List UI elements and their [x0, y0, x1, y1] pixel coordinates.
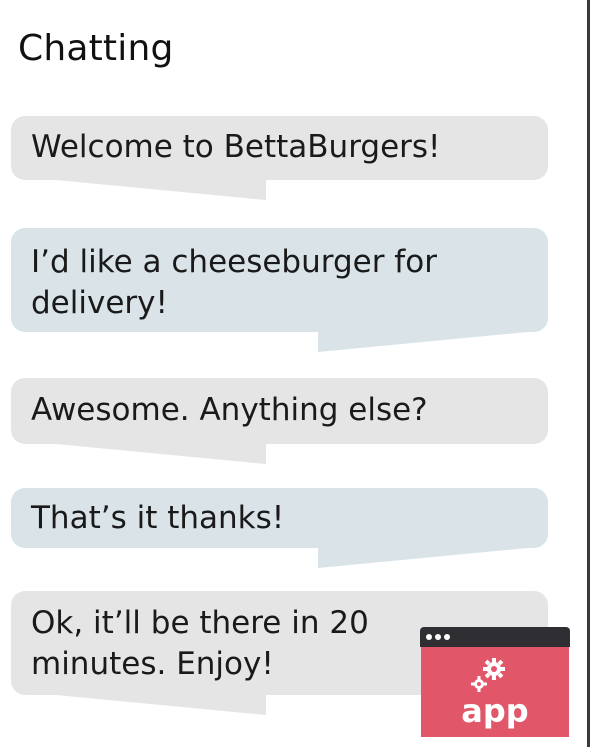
app-badge-label: app	[461, 692, 529, 730]
message-text: Awesome. Anything else?	[31, 392, 428, 428]
bubble-tail	[318, 548, 528, 568]
app-badge-body: app	[421, 647, 569, 737]
message-text: That’s it thanks!	[31, 500, 285, 536]
message-bubble-incoming: Awesome. Anything else?	[11, 378, 548, 464]
message-bubble-incoming: Welcome to BettaBurgers!	[11, 116, 548, 200]
app-badge: app	[420, 627, 570, 737]
window-edge	[587, 0, 590, 747]
bubble-tail	[56, 180, 266, 200]
chat-screen: Chatting Welcome to BettaBurgers! I’d li…	[0, 0, 592, 747]
message-text: Welcome to BettaBurgers!	[31, 129, 441, 165]
message-bubble-outgoing: That’s it thanks!	[11, 488, 548, 568]
bubble-tail	[56, 695, 266, 715]
gears-icon	[471, 658, 505, 692]
message-text: I’d like a cheeseburger for delivery!	[31, 244, 437, 321]
page-title: Chatting	[18, 28, 174, 69]
bubble-tail	[56, 444, 266, 464]
message-bubble-outgoing: I’d like a cheeseburger for delivery!	[11, 228, 548, 352]
bubble-tail	[318, 332, 528, 352]
window-dots-icon	[426, 634, 453, 640]
message-text: Ok, it’ll be there in 20 minutes. Enjoy!	[31, 605, 369, 682]
app-badge-titlebar	[420, 627, 570, 647]
